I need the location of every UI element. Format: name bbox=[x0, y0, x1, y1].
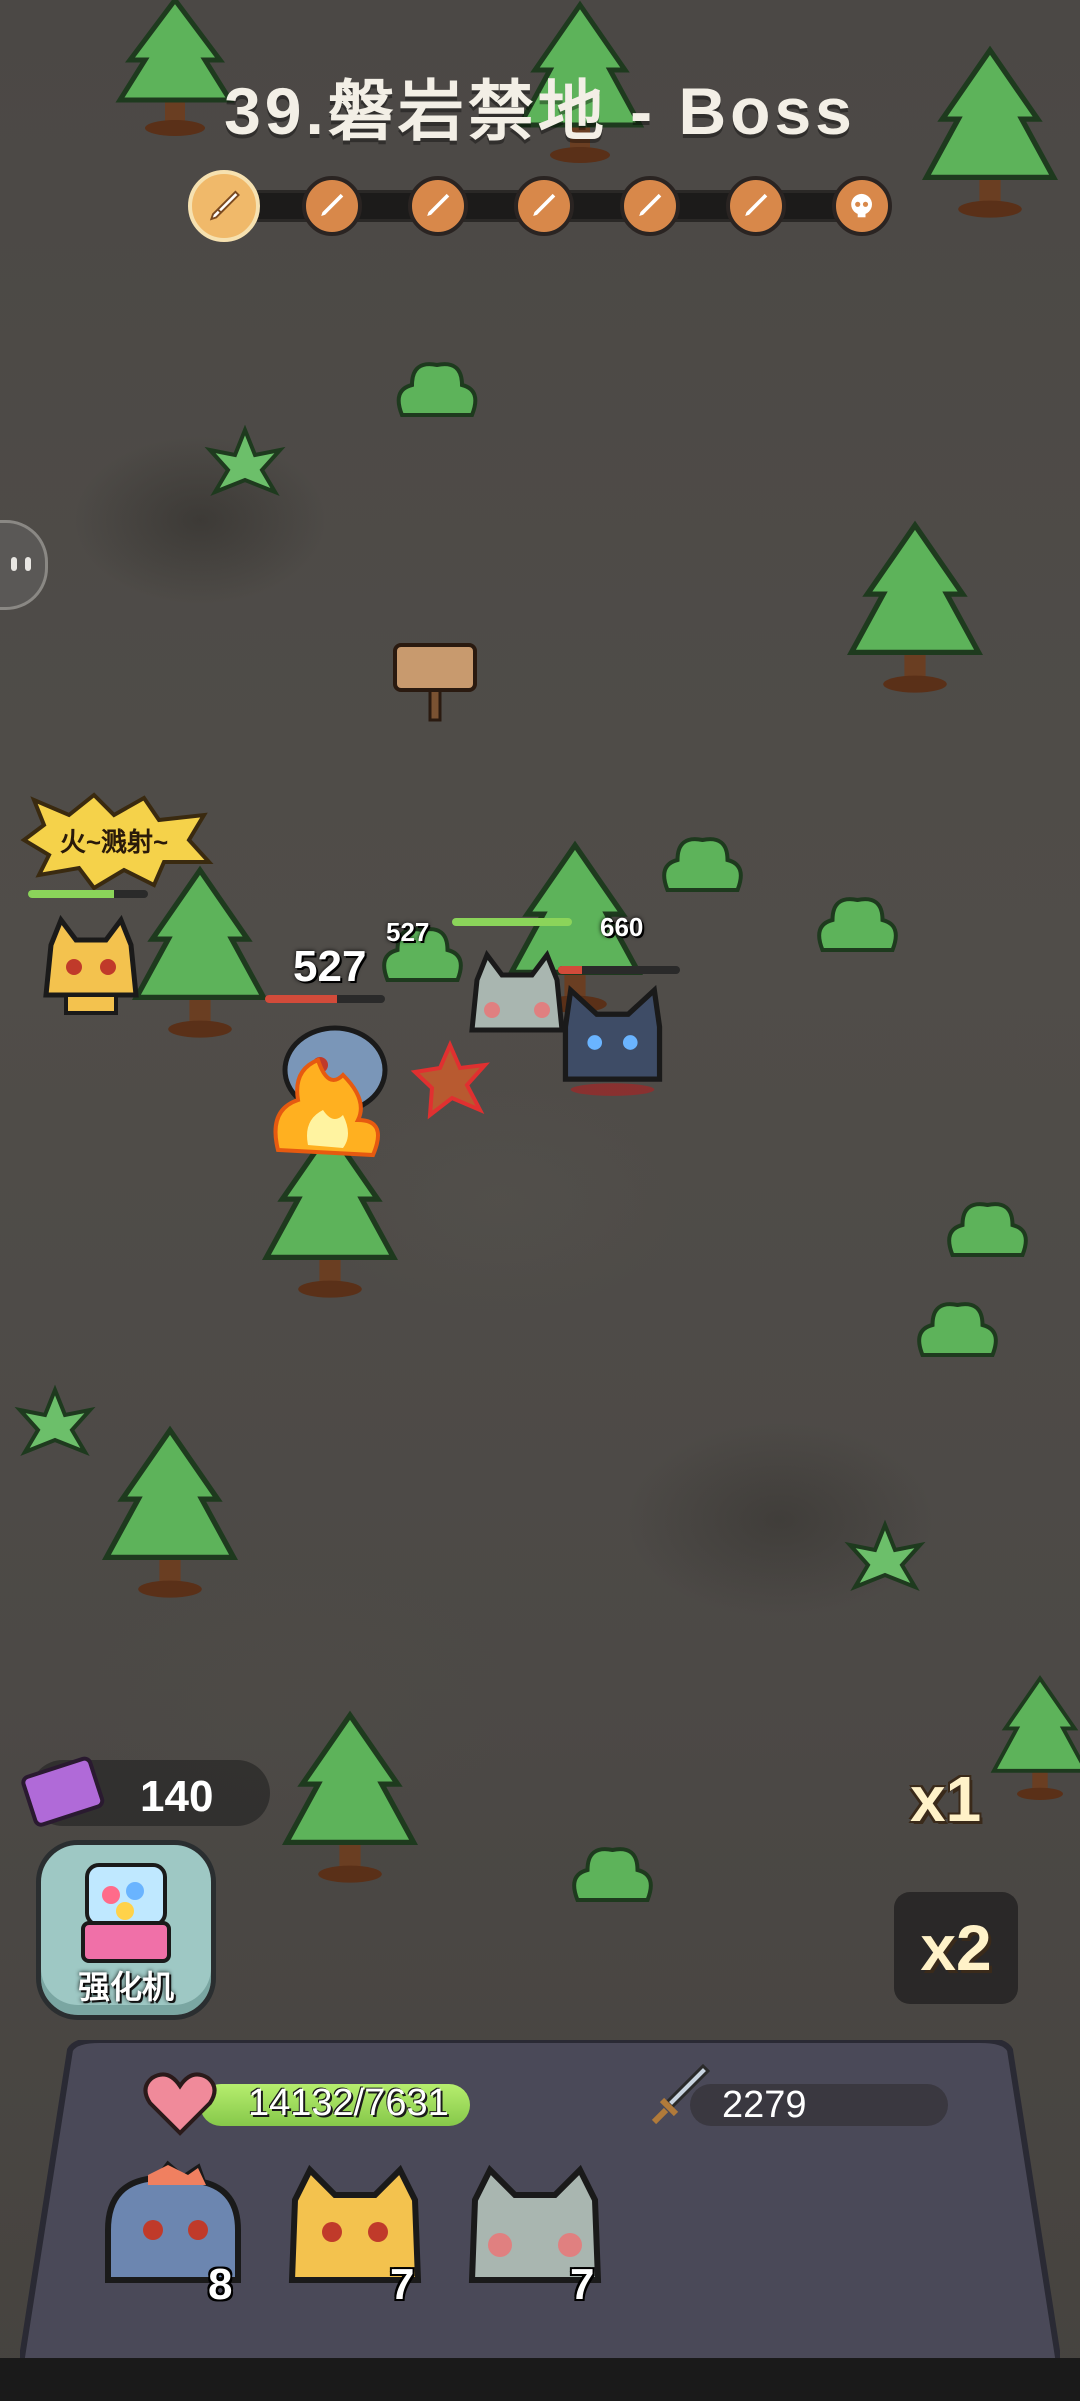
bush bbox=[396, 362, 478, 417]
dino-hero-portrait bbox=[105, 2160, 241, 2283]
sword-icon bbox=[639, 194, 662, 217]
ticket-count: 140 bbox=[140, 1772, 214, 1821]
progress-node-current bbox=[188, 170, 260, 242]
progress-node-boss bbox=[832, 176, 892, 236]
pine-tree bbox=[102, 1425, 238, 1598]
team-hp-text: 14132/7631 bbox=[248, 2082, 449, 2124]
bush bbox=[917, 1302, 998, 1357]
dark-cat-enemy bbox=[562, 985, 663, 1096]
enhance-machine-label: 强化机 bbox=[77, 1969, 174, 2005]
speed-x2-button[interactable]: x2 bbox=[894, 1892, 1018, 2004]
boss-skull-icon bbox=[851, 194, 873, 218]
team-member-level: 7 bbox=[570, 2260, 595, 2309]
stage-title: 39.磐岩禁地 - Boss bbox=[224, 74, 856, 148]
bush bbox=[662, 837, 743, 892]
progress-node bbox=[302, 176, 362, 236]
sword-icon bbox=[209, 190, 240, 221]
team-member-level: 7 bbox=[390, 2260, 415, 2309]
sword-icon bbox=[427, 194, 450, 217]
damage-number: 527 bbox=[386, 917, 430, 947]
signpost bbox=[393, 643, 477, 722]
bush bbox=[947, 1202, 1028, 1257]
fire-splash-effect bbox=[273, 1057, 380, 1158]
progress-node bbox=[726, 176, 786, 236]
team-member-level: 8 bbox=[208, 2260, 233, 2309]
progress-node bbox=[620, 176, 680, 236]
ally-hp-bar bbox=[28, 890, 148, 898]
damage-number: 527 bbox=[293, 942, 367, 991]
enemy-hp-bar bbox=[558, 966, 680, 974]
gacha-machine-icon bbox=[81, 1863, 171, 1963]
sword-icon bbox=[321, 194, 344, 217]
pine-tree bbox=[282, 1710, 418, 1883]
hero-hp-bar bbox=[265, 995, 385, 1003]
progress-node bbox=[408, 176, 468, 236]
bush bbox=[844, 1519, 926, 1592]
pine-tree bbox=[847, 520, 983, 693]
bush bbox=[204, 424, 286, 497]
speech-bubble-text: 火~溅射~ bbox=[59, 826, 169, 857]
bottom-safe-area bbox=[0, 2358, 1080, 2401]
bush bbox=[817, 897, 898, 952]
sword-icon bbox=[533, 194, 556, 217]
ticket-icon bbox=[21, 1756, 105, 1827]
speed-x1-button[interactable]: x1 bbox=[910, 1762, 981, 1836]
tiger-cat-unit bbox=[43, 915, 139, 1015]
sword-icon bbox=[745, 194, 768, 217]
damage-number: 660 bbox=[600, 912, 644, 942]
pine-tree bbox=[990, 1675, 1080, 1800]
ally-hp-bar bbox=[452, 918, 572, 926]
progress-node bbox=[514, 176, 574, 236]
bush bbox=[572, 1847, 653, 1902]
bush bbox=[14, 1384, 96, 1457]
heart-icon bbox=[143, 2072, 217, 2136]
sword-icon bbox=[651, 2063, 711, 2125]
pine-tree bbox=[132, 865, 268, 1038]
team-attack-text: 2279 bbox=[722, 2084, 807, 2126]
